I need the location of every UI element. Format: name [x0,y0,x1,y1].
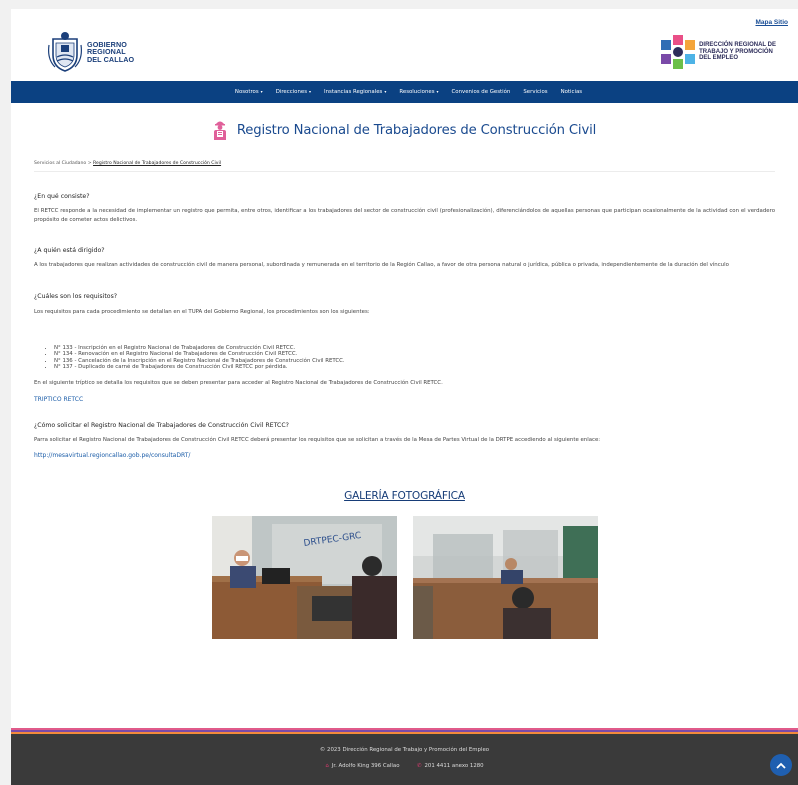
divider [34,171,775,172]
nav-label: Instancias Regionales [324,89,383,95]
logo-line: TRABAJO Y PROMOCIÓN [699,48,773,55]
question-heading: ¿A quién está dirigido? [34,247,105,254]
drtpe-mark-icon [661,35,696,69]
nav-item-direcciones[interactable]: Direcciones ▾ [276,89,311,95]
nav-label: Resoluciones [399,89,435,95]
header: GOBIERNO REGIONAL DEL CALLAO DIRECCIÓN R… [11,29,798,81]
gobierno-regional-text: GOBIERNO REGIONAL DEL CALLAO [87,41,134,64]
footer: © 2023 Dirección Regional de Trabajo y P… [11,728,798,785]
nav-item-convenios[interactable]: Convenios de Gestión [452,89,511,95]
triptico-link[interactable]: TRIPTICO RETCC [34,396,775,403]
title-row: Registro Nacional de Trabajadores de Con… [11,103,798,157]
footer-copyright: © 2023 Dirección Regional de Trabajo y P… [319,747,490,753]
nav-label: Direcciones [275,89,308,95]
main-content: ¿En qué consiste? El RETCC responde a la… [11,193,798,459]
list-item: N° 137 - Duplicado de carné de Trabajado… [54,364,775,370]
nav-item-servicios[interactable]: Servicios [523,89,547,95]
breadcrumb: Servicios al Ciudadano > Registro Nacion… [11,157,798,171]
logo-line: DIRECCIÓN REGIONAL DE [699,42,776,49]
back-to-top-button[interactable] [770,754,792,776]
chevron-up-icon [776,762,786,769]
nav-item-nosotros[interactable]: Nosotros ▾ [235,89,263,95]
breadcrumb-root[interactable]: Servicios al Ciudadano [34,161,86,166]
caret-down-icon: ▾ [384,89,387,94]
logo-line: DEL EMPLEO [699,55,738,62]
requirements-list: N° 133 - Inscripción en el Registro Naci… [54,345,775,371]
office-photo-image [412,515,598,639]
worker-icon [213,121,226,140]
page: Mapa Sitio GOBIERNO REGIONAL DEL CALLAO [11,9,798,785]
triptico-paragraph: En el siguiente tríptico se detalla los … [34,379,443,386]
stripe [11,734,798,736]
footer-contact: ⌂ Jr. Adolfo King 396 Callao ✆ 201 4411 an… [11,763,798,769]
answer-paragraph: Los requisitos para cada procedimiento s… [34,308,370,315]
breadcrumb-separator: > [87,161,92,166]
page-title: Registro Nacional de Trabajadores de Con… [236,122,597,138]
home-icon: ⌂ [325,763,329,769]
nav-item-resoluciones[interactable]: Resoluciones ▾ [399,89,438,95]
gobierno-regional-logo[interactable]: GOBIERNO REGIONAL DEL CALLAO [47,31,134,73]
main-nav: Nosotros ▾ Direcciones ▾ Instancias Region… [11,81,798,103]
caret-down-icon: ▾ [436,89,439,94]
mesa-virtual-link[interactable]: http://mesavirtual.regioncallao.gob.pe/c… [34,452,775,459]
answer-paragraph: El RETCC responde a la necesidad de impl… [34,208,775,223]
gallery-title[interactable]: GALERÍA FOTOGRÁFICA [344,490,465,502]
sitemap-link[interactable]: Mapa Sitio [755,19,788,26]
answer-paragraph: Parra solicitar el Registro Nacional de … [34,437,601,444]
footer-stripes [11,728,798,736]
footer-phone: 201 4411 anexo 1280 [424,763,484,769]
nav-item-instancias-regionales[interactable]: Instancias Regionales ▾ [324,89,386,95]
caret-down-icon: ▾ [309,89,312,94]
nav-label: Nosotros [234,89,259,95]
nav-item-noticias[interactable]: Noticias [561,89,583,95]
logo-line: DEL CALLAO [87,54,135,64]
question-heading: ¿Cómo solicitar el Registro Nacional de … [34,422,289,430]
gallery-heading: GALERÍA FOTOGRÁFICA [11,484,798,503]
top-bar: Mapa Sitio [11,9,798,29]
footer-address: Jr. Adolfo King 396 Callao [331,763,400,769]
caret-down-icon: ▾ [260,89,263,94]
drtpe-text: DIRECCIÓN REGIONAL DE TRABAJO Y PROMOCIÓ… [699,42,776,62]
phone-icon: ✆ [416,763,422,769]
drtpe-logo[interactable]: DIRECCIÓN REGIONAL DE TRABAJO Y PROMOCIÓ… [661,35,776,69]
photo-gallery: DRTPEC-GRC [11,515,798,639]
gallery-photo-2[interactable] [412,515,598,639]
question-heading: ¿Cuáles son los requisitos? [34,292,118,300]
gallery-photo-1[interactable]: DRTPEC-GRC [211,515,397,639]
answer-paragraph: A los trabajadores que realizan activida… [34,262,729,268]
breadcrumb-current[interactable]: Registro Nacional de Trabajadores de Con… [93,161,221,166]
question-heading: ¿En qué consiste? [34,193,90,200]
coat-of-arms-icon [48,32,82,72]
office-photo-image: DRTPEC-GRC [211,515,397,639]
